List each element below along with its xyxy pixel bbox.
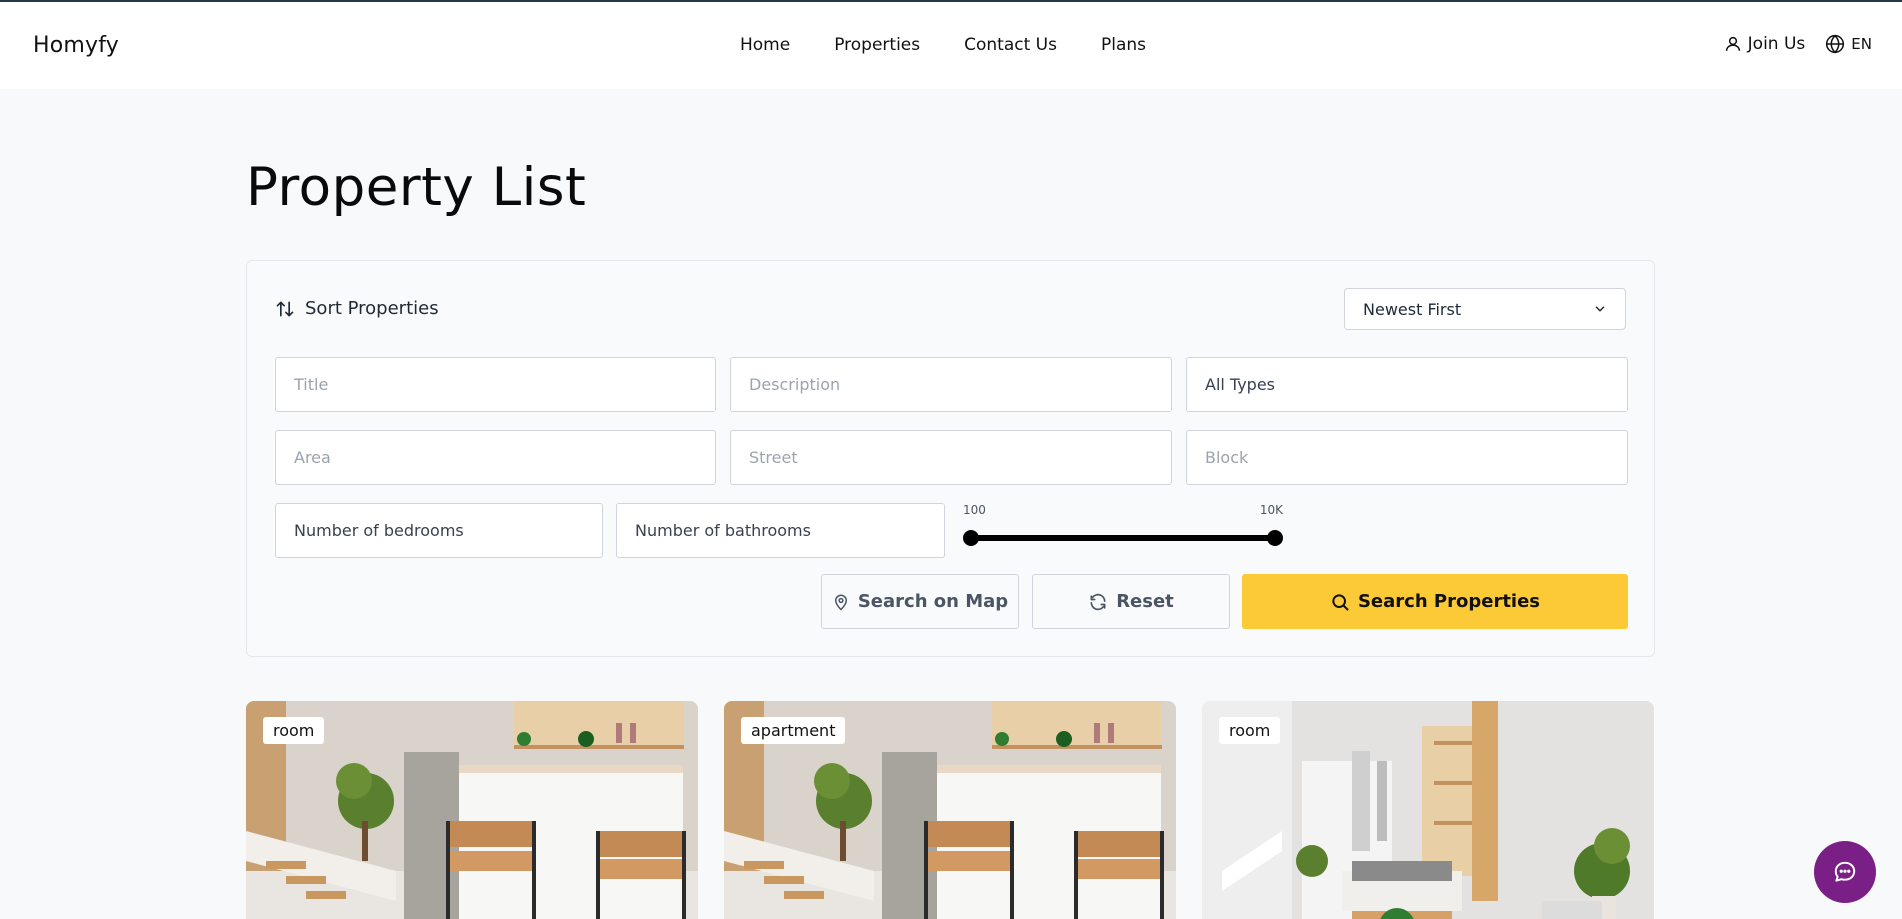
nav-home[interactable]: Home [740,35,790,55]
price-max-label: 10K [1259,503,1283,517]
language-label: EN [1851,35,1872,53]
search-icon [1330,592,1350,612]
price-min-label: 100 [963,503,986,517]
description-input[interactable] [749,375,1153,394]
title-field[interactable] [275,357,716,412]
property-type-select[interactable]: All Types [1186,357,1628,412]
chevron-down-icon [1593,302,1607,316]
header-actions: Join Us EN [1724,34,1872,54]
reset-label: Reset [1116,591,1174,612]
property-type-badge: room [263,717,325,744]
property-cards: room apartment room [246,701,1655,919]
filter-panel: Sort Properties Newest First All Types N… [246,260,1655,657]
property-type-badge: room [1219,717,1281,744]
price-range-track[interactable] [971,535,1275,541]
description-field[interactable] [730,357,1172,412]
sort-arrows-icon [275,299,295,319]
globe-icon [1825,34,1845,54]
search-on-map-button[interactable]: Search on Map [821,574,1019,629]
language-switcher[interactable]: EN [1825,34,1872,54]
nav-properties[interactable]: Properties [834,35,920,55]
sort-label: Sort Properties [305,298,439,319]
map-pin-icon [832,592,850,612]
nav-contact-us[interactable]: Contact Us [964,35,1057,55]
sort-select-value: Newest First [1363,299,1462,319]
chat-icon [1832,859,1858,885]
search-on-map-label: Search on Map [857,591,1009,612]
logo[interactable]: Homyfy [33,33,119,58]
price-range-slider[interactable]: 100 10K [963,503,1283,553]
price-min-handle[interactable] [963,530,979,546]
street-input[interactable] [749,448,1153,467]
page-title: Property List [246,157,587,218]
street-field[interactable] [730,430,1172,485]
property-card[interactable]: room [1202,701,1654,919]
bedrooms-label: Number of bedrooms [294,521,464,540]
search-properties-button[interactable]: Search Properties [1242,574,1628,629]
block-input[interactable] [1205,448,1609,467]
property-type-badge: apartment [741,717,846,744]
main-nav: Home Properties Contact Us Plans [740,35,1146,55]
join-us-label: Join Us [1747,34,1806,54]
nav-plans[interactable]: Plans [1101,35,1146,55]
search-properties-label: Search Properties [1357,591,1541,612]
chat-button[interactable] [1814,841,1876,903]
property-card[interactable]: room [246,701,698,919]
sort-select[interactable]: Newest First [1344,288,1626,330]
user-icon [1724,35,1742,53]
area-field[interactable] [275,430,716,485]
site-header: Homyfy Home Properties Contact Us Plans … [0,2,1902,89]
block-field[interactable] [1186,430,1628,485]
bedrooms-select[interactable]: Number of bedrooms [275,503,603,558]
property-type-value: All Types [1205,375,1276,394]
sort-heading: Sort Properties [275,298,439,319]
bathrooms-select[interactable]: Number of bathrooms [616,503,945,558]
join-us-button[interactable]: Join Us [1724,34,1806,54]
property-card[interactable]: apartment [724,701,1176,919]
price-max-handle[interactable] [1267,530,1283,546]
area-input[interactable] [294,448,697,467]
bathrooms-label: Number of bathrooms [635,521,811,540]
title-input[interactable] [294,375,697,394]
refresh-icon [1088,592,1108,612]
reset-button[interactable]: Reset [1032,574,1230,629]
